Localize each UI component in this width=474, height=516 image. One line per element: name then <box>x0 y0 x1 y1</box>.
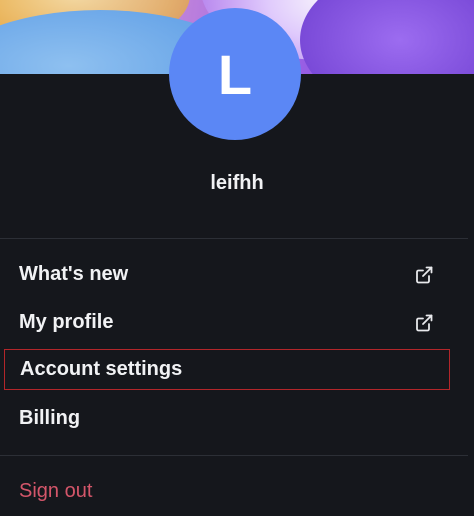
divider <box>0 238 468 239</box>
sign-out-button[interactable]: Sign out <box>4 471 450 512</box>
menu-item-label: My profile <box>19 311 114 333</box>
divider <box>0 455 468 456</box>
external-link-icon <box>414 313 434 333</box>
avatar-initial: L <box>217 42 253 106</box>
username: leifhh <box>210 172 264 194</box>
sign-out-label: Sign out <box>19 480 93 502</box>
menu-item-whats-new[interactable]: What's new <box>4 254 450 295</box>
external-link-icon <box>414 265 434 285</box>
menu-item-billing[interactable]: Billing <box>4 398 450 439</box>
menu-item-label: What's new <box>19 263 129 285</box>
avatar: L <box>169 8 301 140</box>
banner-decoration <box>300 0 474 74</box>
menu-item-label: Account settings <box>20 358 183 380</box>
menu-item-my-profile[interactable]: My profile <box>4 302 450 343</box>
menu-item-label: Billing <box>19 407 81 429</box>
menu-item-account-settings[interactable]: Account settings <box>4 349 450 390</box>
